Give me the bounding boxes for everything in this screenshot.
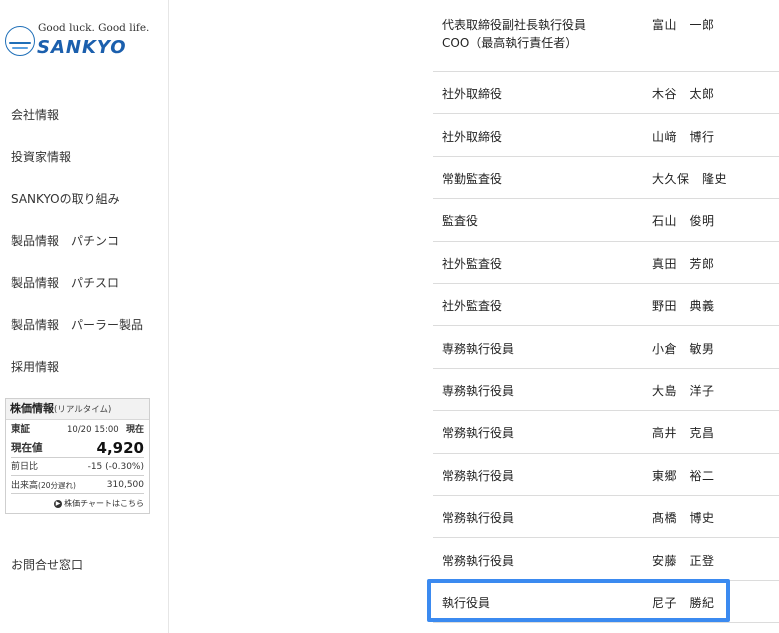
table-row: 専務執行役員 大島 洋子 <box>433 369 779 412</box>
stock-subtitle: (リアルタイム) <box>54 405 112 415</box>
nav-products-pachinko[interactable]: 製品情報 パチンコ <box>11 232 119 249</box>
sankyo-logo[interactable]: Good luck. Good life. SANKYO <box>5 22 165 64</box>
officer-role: 代表取締役副社長執行役員 <box>442 18 587 32</box>
stock-price-row: 現在値 4,920 <box>11 439 144 458</box>
sidebar: Good luck. Good life. SANKYO 会社情報 投資家情報 … <box>0 0 169 633</box>
logo-mark-icon <box>5 26 35 56</box>
stock-change: -15 (-0.30%) <box>87 462 144 472</box>
nav-investor-info[interactable]: 投資家情報 <box>11 148 71 165</box>
officer-role: 社外監査役 <box>442 256 503 271</box>
table-row: 監査役 石山 俊明 <box>433 199 779 242</box>
officer-name: 大島 洋子 <box>652 383 715 398</box>
officer-role: 監査役 <box>442 214 479 229</box>
table-row: 社外取締役 山﨑 博行 <box>433 114 779 157</box>
table-row: 常務執行役員 高井 克昌 <box>433 411 779 454</box>
stock-current-label: 現在 <box>125 425 144 435</box>
stock-exchange-row: 東証 10/20 15:00 現在 <box>11 423 144 437</box>
stock-chart-link-label: 株価チャートはこちら <box>64 499 144 508</box>
officer-role: 常務執行役員 <box>442 426 515 441</box>
officer-name: 小倉 敏男 <box>652 341 715 356</box>
stock-price: 4,920 <box>96 439 144 457</box>
table-row: 専務執行役員 小倉 敏男 <box>433 326 779 369</box>
table-row: 社外監査役 真田 芳郎 <box>433 242 779 284</box>
stock-volume-label: 出来高 <box>11 481 39 491</box>
nav-products-parlor[interactable]: 製品情報 パーラー製品 <box>11 316 143 333</box>
officer-name: 山﨑 博行 <box>652 129 715 144</box>
table-row: 常務執行役員 東郷 裕二 <box>433 454 779 496</box>
stock-change-row: 前日比 -15 (-0.30%) <box>11 460 144 476</box>
officer-name: 富山 一郎 <box>652 18 715 32</box>
nav-initiatives[interactable]: SANKYOの取り組み <box>11 190 120 207</box>
logo-brand: SANKYO <box>37 37 127 58</box>
stock-header: 株価情報(リアルタイム) <box>6 399 149 420</box>
officer-role: 常勤監査役 <box>442 171 503 186</box>
officer-name: 高井 克昌 <box>652 426 715 441</box>
officer-role: 常務執行役員 <box>442 553 515 568</box>
nav-products-pachislot[interactable]: 製品情報 パチスロ <box>11 274 119 291</box>
officer-role: 常務執行役員 <box>442 468 515 483</box>
stock-exchange: 東証 <box>11 424 31 435</box>
stock-volume-note: (20分遅れ) <box>38 481 76 490</box>
stock-change-label: 前日比 <box>11 462 39 472</box>
officer-name: 安藤 正登 <box>652 553 715 568</box>
officer-name: 石山 俊明 <box>652 214 715 229</box>
stock-volume: 310,500 <box>106 480 144 490</box>
table-row: 社外取締役 木谷 太郎 <box>433 72 779 115</box>
officer-name: 髙橋 博史 <box>652 511 715 526</box>
officer-role: COO（最高執行責任者） <box>442 36 578 50</box>
arrow-right-icon: ▶ <box>54 499 63 508</box>
nav-contact[interactable]: お問合せ窓口 <box>11 556 83 573</box>
stock-title: 株価情報 <box>10 402 54 415</box>
table-row: 常務執行役員 安藤 正登 <box>433 538 779 581</box>
officer-name: 真田 芳郎 <box>652 256 715 271</box>
logo-tagline: Good luck. Good life. <box>38 22 150 34</box>
officer-role: 社外取締役 <box>442 129 503 144</box>
officer-role: 専務執行役員 <box>442 341 515 356</box>
officer-role: 社外取締役 <box>442 87 503 102</box>
stock-datetime: 10/20 15:00 <box>67 425 119 435</box>
officer-name: 木谷 太郎 <box>652 87 715 102</box>
table-row: 常務執行役員 髙橋 博史 <box>433 496 779 539</box>
officer-name: 東郷 裕二 <box>652 468 715 483</box>
stock-chart-link[interactable]: ▶ 株価チャートはこちら <box>11 497 144 511</box>
selection-highlight <box>427 579 730 622</box>
table-row: 常勤監査役 大久保 隆史 <box>433 157 779 200</box>
nav-company-info[interactable]: 会社情報 <box>11 106 59 123</box>
officer-role: 専務執行役員 <box>442 383 515 398</box>
nav-recruit[interactable]: 採用情報 <box>11 358 59 375</box>
officer-name: 大久保 隆史 <box>652 171 728 186</box>
table-row: 社外監査役 野田 典義 <box>433 284 779 327</box>
stock-price-label: 現在値 <box>11 442 43 454</box>
officer-name: 野田 典義 <box>652 299 715 314</box>
officer-role: 常務執行役員 <box>442 511 515 526</box>
stock-widget: 株価情報(リアルタイム) 東証 10/20 15:00 現在 現在値 4,920… <box>5 398 150 514</box>
stock-volume-row: 出来高(20分遅れ) 310,500 <box>11 478 144 494</box>
table-row: 代表取締役副社長執行役員 COO（最高執行責任者） 富山 一郎 <box>433 0 779 72</box>
officer-role: 社外監査役 <box>442 299 503 314</box>
